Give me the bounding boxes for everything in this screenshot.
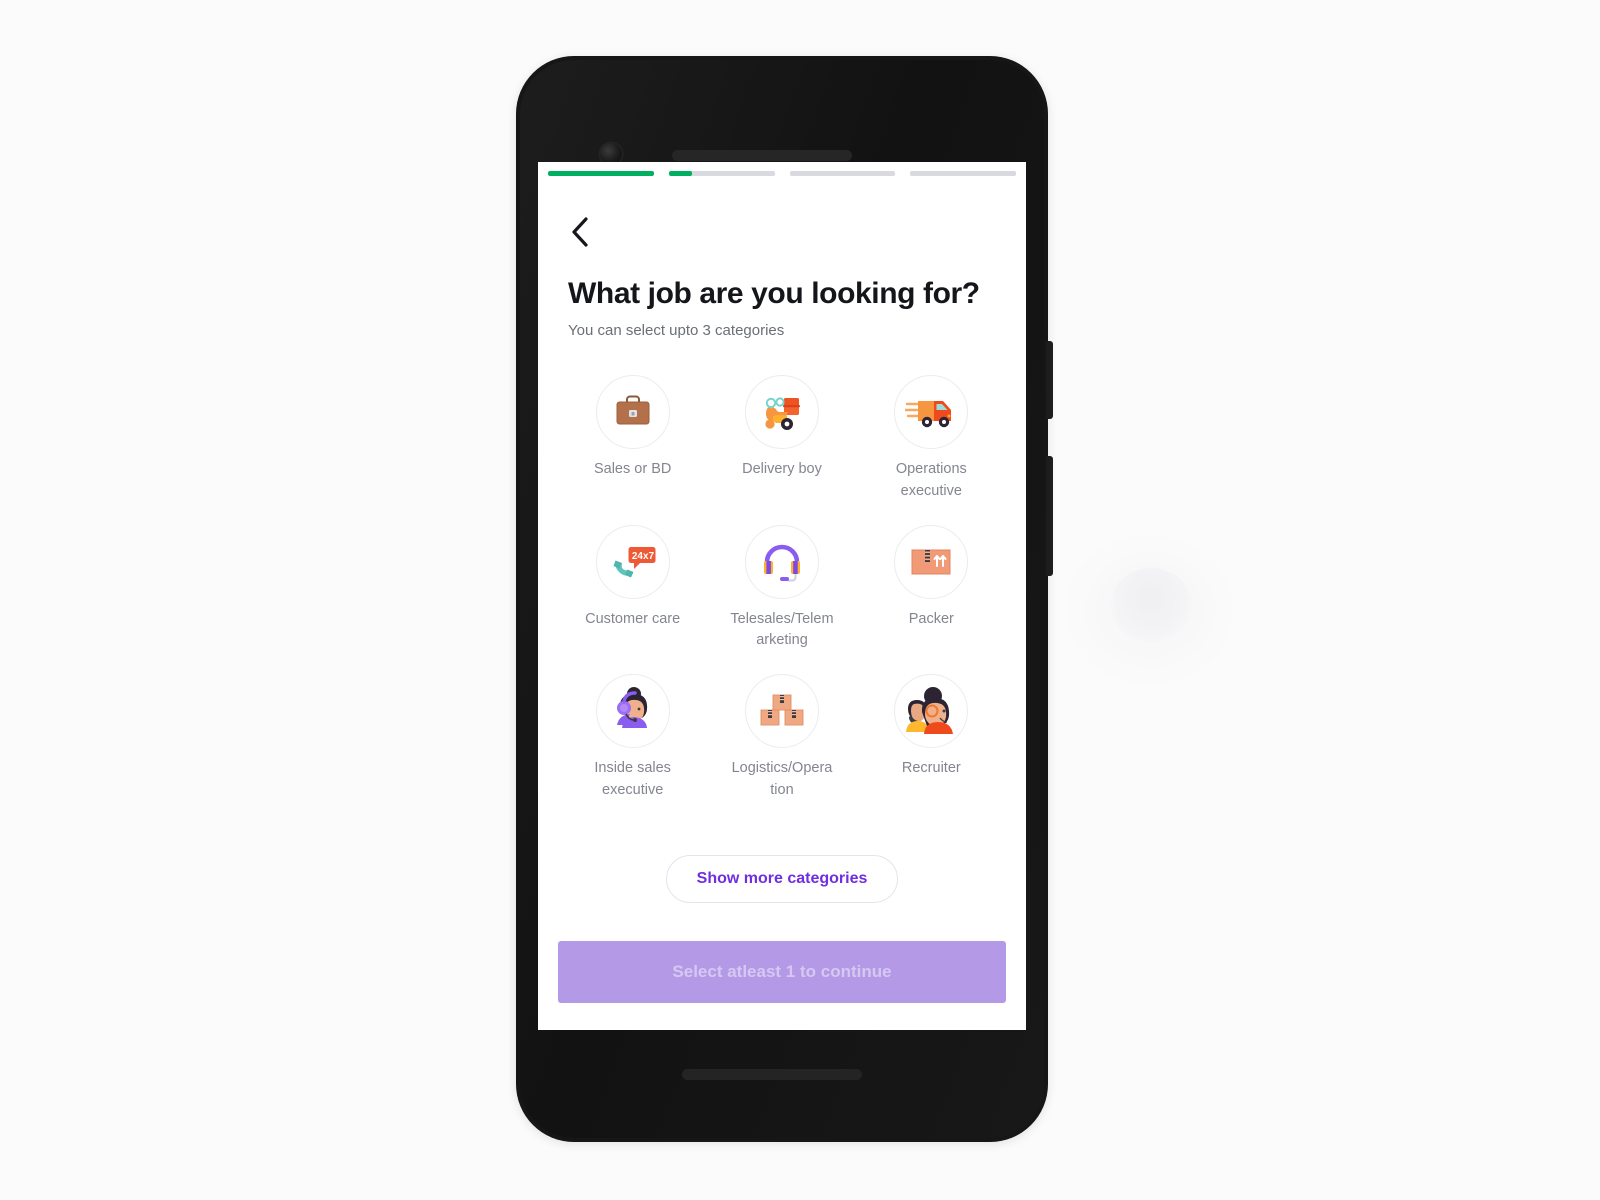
progress-segment-3	[789, 171, 896, 176]
category-icon-circle	[744, 674, 819, 748]
show-more-container: Show more categories	[538, 855, 1026, 903]
progress-segment-4	[910, 171, 1016, 176]
category-item-sales-or-bd[interactable]: Sales or BD	[558, 375, 707, 503]
category-icon-circle	[894, 674, 969, 748]
two-people-icon	[900, 680, 962, 742]
progress-fill-1	[548, 171, 654, 176]
category-item-delivery-boy[interactable]: Delivery boy	[707, 375, 856, 503]
power-button[interactable]	[1046, 341, 1053, 419]
page-title: What job are you looking for?	[568, 277, 980, 310]
delivery-truck-icon	[905, 389, 957, 435]
app-screen: What job are you looking for? You can se…	[538, 162, 1026, 1030]
category-label: Customer care	[585, 610, 681, 627]
category-icon-circle	[894, 375, 969, 449]
package-box-icon	[908, 542, 954, 582]
category-label: Telesales/Telemarketing	[730, 610, 834, 649]
briefcase-icon	[610, 389, 656, 435]
phone-24x7-icon: 24x7	[609, 539, 657, 585]
category-item-operations-executive[interactable]: Operations executive	[857, 375, 1006, 503]
progress-fill-2	[668, 171, 692, 176]
bottom-speaker-grille	[682, 1069, 862, 1080]
headset-icon	[759, 539, 805, 585]
category-item-logistics-operation[interactable]: Logistics/Operation	[707, 674, 856, 802]
earpiece-speaker	[672, 150, 852, 161]
woman-headset-icon	[602, 680, 664, 742]
progress-segment-1	[548, 171, 654, 176]
background-smudge	[1110, 568, 1192, 642]
category-label: Packer	[908, 610, 954, 627]
category-item-recruiter[interactable]: Recruiter	[857, 674, 1006, 802]
page-subtitle: You can select upto 3 categories	[568, 322, 785, 339]
category-item-inside-sales-executive[interactable]: Inside sales executive	[558, 674, 707, 802]
svg-text:24x7: 24x7	[632, 551, 655, 562]
stacked-boxes-icon	[757, 689, 807, 733]
category-icon-circle	[894, 524, 969, 599]
category-label: Delivery boy	[742, 461, 822, 477]
category-item-customer-care[interactable]: 24x7 Customer care	[558, 524, 707, 653]
category-grid: Sales or BD Delivery boy Operations exec…	[558, 375, 1006, 802]
volume-button[interactable]	[1046, 456, 1053, 576]
category-label: Recruiter	[901, 760, 961, 776]
category-icon-circle: 24x7	[595, 524, 670, 599]
category-icon-circle	[595, 674, 670, 748]
category-icon-circle	[595, 375, 670, 449]
category-icon-circle	[744, 375, 819, 449]
background-smudge-halo	[1060, 530, 1240, 690]
continue-button[interactable]: Select atleast 1 to continue	[558, 941, 1006, 1003]
category-label: Logistics/Operation	[731, 760, 833, 798]
category-item-telesales-telemarketing[interactable]: Telesales/Telemarketing	[707, 524, 856, 653]
show-more-categories-button[interactable]: Show more categories	[665, 855, 899, 903]
category-label: Operations executive	[895, 461, 967, 499]
scooter-icon	[757, 389, 807, 435]
category-icon-circle	[744, 524, 819, 599]
category-label: Sales or BD	[593, 461, 672, 477]
screenshot-canvas: What job are you looking for? You can se…	[0, 0, 1600, 1200]
phone-device-mockup: What job are you looking for? You can se…	[516, 56, 1053, 1142]
category-item-packer[interactable]: Packer	[857, 524, 1006, 653]
onboarding-progress	[548, 171, 1016, 176]
back-button[interactable]	[558, 210, 602, 254]
category-label: Inside sales executive	[594, 760, 671, 798]
chevron-left-icon	[570, 217, 590, 247]
progress-segment-2	[668, 171, 775, 176]
